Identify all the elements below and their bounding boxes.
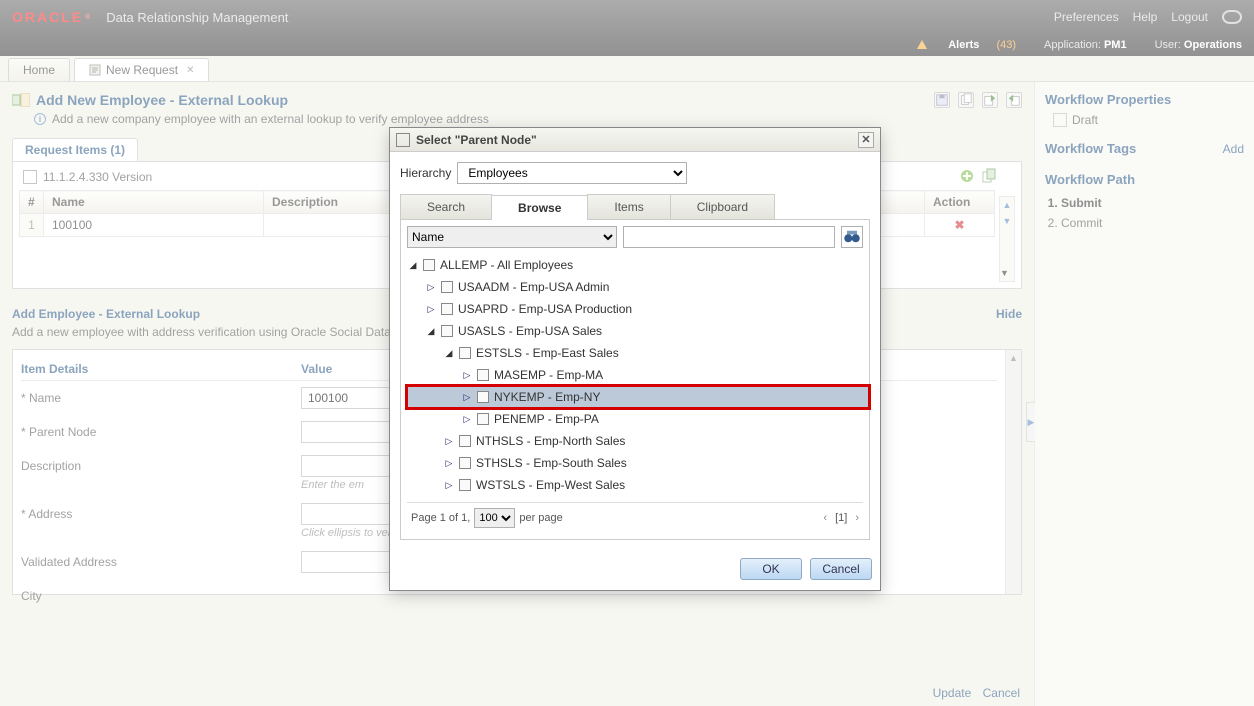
search-field-select[interactable]: Name — [407, 226, 617, 248]
pager-next-icon[interactable]: › — [855, 512, 859, 524]
dialog-title: Select "Parent Node" — [416, 133, 537, 147]
node-label: ALLEMP - All Employees — [440, 255, 573, 275]
node-label: USAADM - Emp-USA Admin — [458, 277, 609, 297]
node-icon — [459, 435, 471, 447]
pager-size-select[interactable]: 100 — [474, 508, 515, 528]
tree-node[interactable]: ◢ USASLS - Emp-USA Sales — [407, 320, 863, 342]
tree-node[interactable]: ◢ ALLEMP - All Employees — [407, 254, 863, 276]
tree-node[interactable]: ▷ NTHSLS - Emp-North Sales — [407, 430, 863, 452]
node-icon — [423, 259, 435, 271]
tab-search[interactable]: Search — [400, 194, 492, 219]
tab-clipboard[interactable]: Clipboard — [670, 194, 775, 219]
dialog-icon — [396, 133, 410, 147]
collapse-icon[interactable]: ◢ — [425, 325, 437, 337]
select-parent-node-dialog: Select "Parent Node" ✕ Hierarchy Employe… — [390, 128, 880, 590]
ok-button[interactable]: OK — [740, 558, 802, 580]
expand-icon[interactable]: ▷ — [461, 391, 473, 403]
node-label: MASEMP - Emp-MA — [494, 365, 603, 385]
node-tree: ◢ALLEMP - All Employees▷USAADM - Emp-USA… — [407, 252, 863, 498]
hierarchy-select[interactable]: Employees — [457, 162, 687, 184]
cancel-button[interactable]: Cancel — [810, 558, 872, 580]
pager-page-text: Page 1 of 1, — [411, 512, 470, 524]
expand-icon[interactable]: ▷ — [443, 435, 455, 447]
search-input[interactable] — [623, 226, 835, 248]
hierarchy-label: Hierarchy — [400, 166, 451, 180]
pager: Page 1 of 1, 100 per page ‹ [1] › — [407, 502, 863, 533]
node-icon — [441, 325, 453, 337]
node-label: PENEMP - Emp-PA — [494, 409, 599, 429]
tree-node[interactable]: ◢ ESTSLS - Emp-East Sales — [407, 342, 863, 364]
pager-current: [1] — [835, 512, 847, 524]
tree-node[interactable]: ▷ NYKEMP - Emp-NY — [407, 386, 869, 408]
tree-node[interactable]: ▷ MASEMP - Emp-MA — [407, 364, 863, 386]
expand-icon[interactable]: ▷ — [443, 457, 455, 469]
pager-prev-icon[interactable]: ‹ — [823, 512, 827, 524]
node-icon — [459, 347, 471, 359]
tree-node[interactable]: ▷ WSTSLS - Emp-West Sales — [407, 474, 863, 496]
collapse-icon[interactable]: ◢ — [443, 347, 455, 359]
dialog-tabs: Search Browse Items Clipboard — [400, 194, 870, 220]
expand-icon[interactable]: ▷ — [461, 413, 473, 425]
node-icon — [459, 479, 471, 491]
tree-node[interactable]: ▷ STHSLS - Emp-South Sales — [407, 452, 863, 474]
node-label: NYKEMP - Emp-NY — [494, 387, 600, 407]
pager-per-page-label: per page — [519, 512, 562, 524]
expand-icon[interactable]: ▷ — [425, 281, 437, 293]
browse-panel: Name ◢ALLEMP - All Employees▷USAADM - Em… — [400, 220, 870, 540]
expand-icon[interactable]: ▷ — [443, 479, 455, 491]
expand-icon[interactable]: ▷ — [461, 369, 473, 381]
node-icon — [459, 457, 471, 469]
tab-items[interactable]: Items — [587, 194, 670, 219]
close-dialog-icon[interactable]: ✕ — [858, 132, 874, 148]
node-label: USAPRD - Emp-USA Production — [458, 299, 632, 319]
tree-node[interactable]: ▷ USAPRD - Emp-USA Production — [407, 298, 863, 320]
node-icon — [441, 303, 453, 315]
node-label: USASLS - Emp-USA Sales — [458, 321, 602, 341]
node-icon — [477, 413, 489, 425]
node-icon — [477, 391, 489, 403]
tree-node[interactable]: ▷ PENEMP - Emp-PA — [407, 408, 863, 430]
node-icon — [441, 281, 453, 293]
node-label: ESTSLS - Emp-East Sales — [476, 343, 619, 363]
node-label: NTHSLS - Emp-North Sales — [476, 431, 625, 451]
tree-node[interactable]: ▷ USAADM - Emp-USA Admin — [407, 276, 863, 298]
node-label: WSTSLS - Emp-West Sales — [476, 475, 625, 495]
dialog-titlebar[interactable]: Select "Parent Node" ✕ — [390, 128, 880, 152]
node-icon — [477, 369, 489, 381]
expand-icon[interactable]: ▷ — [425, 303, 437, 315]
tab-browse[interactable]: Browse — [491, 195, 588, 220]
binoculars-icon[interactable] — [841, 226, 863, 248]
collapse-icon[interactable]: ◢ — [407, 259, 419, 271]
node-label: STHSLS - Emp-South Sales — [476, 453, 627, 473]
